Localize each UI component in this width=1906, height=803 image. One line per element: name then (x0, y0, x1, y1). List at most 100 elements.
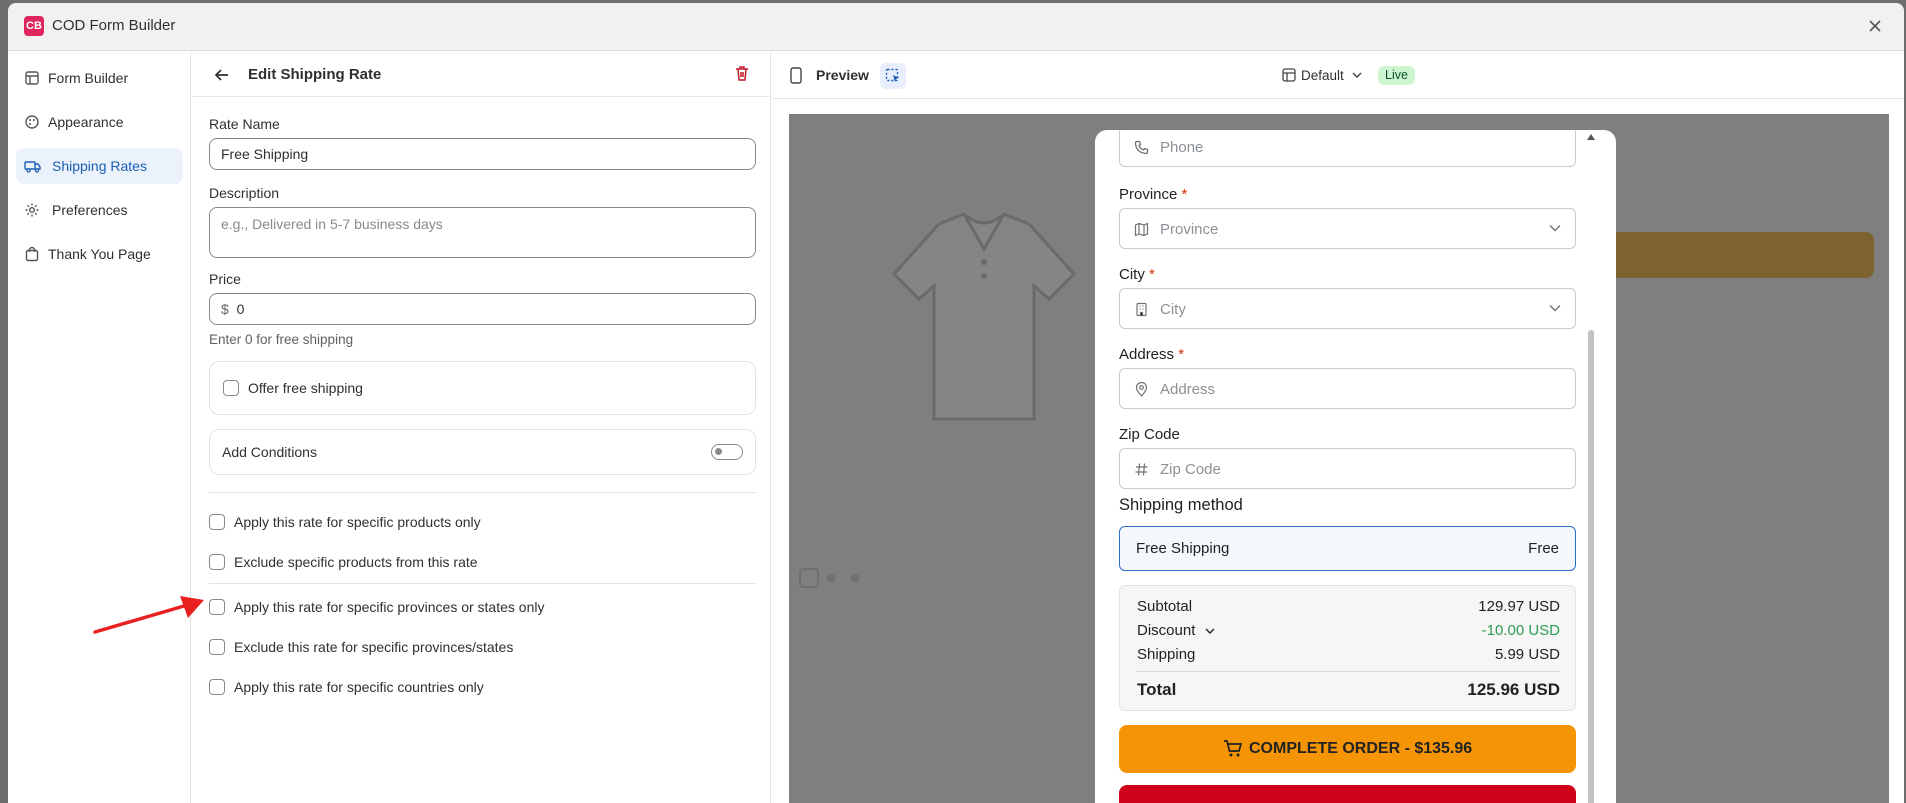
shipping-option-free-shipping[interactable]: Free Shipping Free (1119, 526, 1576, 571)
modal-scrollbar[interactable] (1586, 130, 1596, 803)
city-placeholder: City (1160, 301, 1186, 318)
address-input[interactable]: Address (1119, 368, 1576, 409)
condition-checkbox-exclude-products[interactable] (209, 554, 225, 570)
sidebar-item-thank-you-page[interactable]: Thank You Page (16, 236, 183, 272)
discount-label: Discount (1137, 622, 1196, 639)
edit-shipping-rate-panel: Edit Shipping Rate Rate Name Free Shippi… (192, 52, 771, 803)
subtotal-value: 129.97 USD (1478, 598, 1560, 615)
palette-icon (25, 115, 39, 129)
chevron-down-icon (1549, 225, 1561, 232)
preview-toolbar: Preview Default Live (772, 52, 1904, 99)
live-status-badge: Live (1378, 66, 1415, 85)
province-label-text: Province (1119, 186, 1178, 203)
shipping-option-name: Free Shipping (1136, 540, 1230, 557)
arrow-left-icon (214, 69, 228, 81)
title-bar: CB COD Form Builder (8, 3, 1904, 51)
truck-icon (24, 161, 41, 173)
rate-name-input[interactable]: Free Shipping (209, 138, 756, 170)
close-button[interactable] (1864, 15, 1886, 37)
sidebar-item-preferences[interactable]: Preferences (16, 192, 183, 228)
scrollbar-thumb[interactable] (1588, 330, 1594, 803)
condition-checkbox-specific-products[interactable] (209, 514, 225, 530)
city-label: City * (1119, 266, 1155, 283)
description-placeholder: e.g., Delivered in 5-7 business days (221, 216, 443, 232)
add-conditions-card: Add Conditions (209, 429, 756, 475)
sidebar-item-label: Appearance (48, 114, 124, 130)
shipping-value: 5.99 USD (1494, 646, 1560, 663)
offer-free-shipping-checkbox[interactable] (223, 380, 239, 396)
zip-code-input[interactable]: Zip Code (1119, 448, 1576, 489)
editor-title: Edit Shipping Rate (248, 66, 382, 83)
sidebar-item-form-builder[interactable]: Form Builder (16, 60, 183, 96)
subtotal-label: Subtotal (1137, 598, 1193, 615)
phone-input[interactable]: Phone (1119, 130, 1576, 167)
condition-label: Apply this rate for specific products on… (234, 514, 481, 530)
description-textarea[interactable]: e.g., Delivered in 5-7 business days (209, 207, 756, 258)
background-buy-button (1589, 232, 1874, 278)
condition-label: Exclude this rate for specific provinces… (234, 639, 514, 655)
rate-name-label: Rate Name (209, 116, 280, 132)
gear-icon (25, 203, 39, 217)
trash-icon (736, 66, 748, 81)
building-icon (1136, 302, 1147, 317)
total-row: Total 125.96 USD (1137, 680, 1560, 700)
condition-checkbox-exclude-provinces[interactable] (209, 639, 225, 655)
province-label: Province * (1119, 186, 1187, 203)
annotation-arrow-icon (93, 596, 204, 634)
layout-icon (1282, 68, 1296, 82)
price-label: Price (209, 271, 241, 287)
product-image-tshirt (891, 212, 1077, 421)
add-conditions-label: Add Conditions (222, 444, 317, 460)
province-select[interactable]: Province (1119, 208, 1576, 249)
price-input[interactable]: $ 0 (209, 293, 756, 325)
template-select-value: Default (1301, 68, 1344, 83)
condition-label: Apply this rate for specific provinces o… (234, 599, 545, 615)
complete-order-button[interactable]: COMPLETE ORDER - $135.96 (1119, 725, 1576, 773)
phone-placeholder: Phone (1160, 139, 1204, 156)
shipping-method-title: Shipping method (1119, 496, 1243, 514)
zip-code-placeholder: Zip Code (1160, 461, 1221, 478)
condition-checkbox-specific-countries[interactable] (209, 679, 225, 695)
bag-icon (25, 246, 39, 262)
address-placeholder: Address (1160, 381, 1216, 398)
shipping-option-price: Free (1528, 540, 1559, 557)
app-window: CB COD Form Builder Form Builder Appeara… (8, 3, 1904, 803)
back-button[interactable] (212, 65, 232, 85)
delete-button[interactable] (733, 64, 753, 84)
storefront-preview-stage: Phone Province * Province City * City Ad… (789, 114, 1889, 803)
scroll-up-icon (1587, 134, 1595, 140)
chevron-down-icon (1205, 628, 1215, 634)
shipping-row: Shipping 5.99 USD (1137, 646, 1560, 663)
sidebar-item-shipping-rates[interactable]: Shipping Rates (16, 148, 183, 184)
discount-row[interactable]: Discount -10.00 USD (1137, 622, 1560, 639)
form-builder-icon (25, 71, 39, 85)
secondary-order-button[interactable] (1119, 785, 1576, 803)
complete-order-label: COMPLETE ORDER - $135.96 (1249, 740, 1473, 757)
zip-code-label: Zip Code (1119, 426, 1180, 443)
gallery-dot (851, 574, 859, 582)
select-element-button[interactable] (880, 63, 906, 89)
province-placeholder: Province (1160, 221, 1219, 238)
offer-free-shipping-label: Offer free shipping (248, 380, 363, 396)
sidebar-nav: Form Builder Appearance Shipping Rates P… (8, 52, 191, 803)
city-label-text: City (1119, 266, 1145, 283)
map-icon (1134, 222, 1149, 237)
city-select[interactable]: City (1119, 288, 1576, 329)
sidebar-item-appearance[interactable]: Appearance (16, 104, 183, 140)
location-pin-icon (1135, 382, 1148, 397)
hash-icon (1135, 463, 1148, 476)
app-title: COD Form Builder (52, 17, 176, 34)
divider (1136, 671, 1561, 672)
address-label-text: Address (1119, 346, 1175, 363)
price-help-text: Enter 0 for free shipping (209, 332, 354, 347)
required-mark: * (1178, 346, 1185, 363)
gallery-dot (827, 574, 835, 582)
order-summary: Subtotal 129.97 USD Discount -10.00 USD S… (1119, 585, 1576, 711)
price-value: 0 (236, 301, 245, 317)
discount-value: -10.00 USD (1481, 622, 1560, 639)
description-label: Description (209, 185, 280, 201)
add-conditions-toggle[interactable] (711, 444, 743, 460)
divider (209, 583, 756, 584)
phone-icon (1134, 140, 1149, 155)
divider (209, 492, 756, 493)
